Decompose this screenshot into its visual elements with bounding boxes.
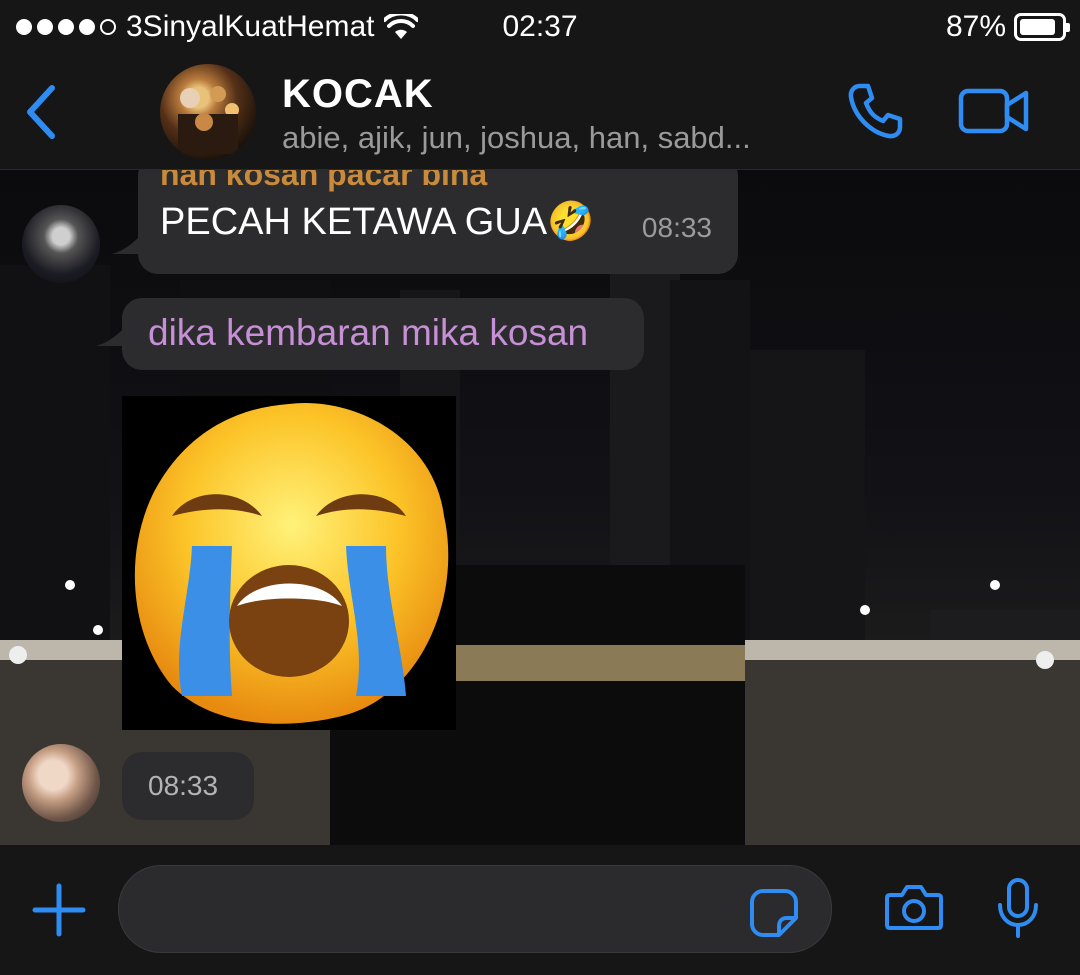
- video-camera-icon: [958, 88, 1029, 134]
- attach-button[interactable]: [32, 883, 86, 942]
- plus-icon: [32, 883, 86, 937]
- chevron-left-icon: [27, 85, 55, 139]
- status-bar: 3SinyalKuatHemat 02:37 87%: [0, 0, 1080, 56]
- crying-face-icon: [134, 402, 449, 724]
- message-text: dika kembaran mika kosan: [148, 312, 589, 353]
- message-input[interactable]: [149, 866, 753, 954]
- sender-avatar[interactable]: [22, 744, 100, 822]
- crying-face-sticker[interactable]: [122, 396, 456, 730]
- group-avatar[interactable]: [160, 64, 256, 160]
- group-photo: [178, 86, 239, 154]
- message-text: PECAH KETAWA GUA🤣: [160, 201, 595, 243]
- microphone-icon: [998, 878, 1038, 938]
- message-input-field[interactable]: [118, 865, 832, 954]
- message-time: 08:33: [641, 212, 712, 243]
- camera-icon: [885, 885, 943, 930]
- message-time: 08:33: [148, 770, 219, 801]
- input-bar: [0, 845, 1080, 975]
- sender-name: han kosan pacar bina: [160, 170, 488, 192]
- video-call-button[interactable]: [958, 86, 1030, 141]
- battery-status: 87%: [945, 10, 1070, 44]
- message-bubble[interactable]: han kosan pacar bina PECAH KETAWA GUA🤣 0…: [138, 170, 738, 274]
- sender-avatar[interactable]: [22, 205, 100, 283]
- chat-area[interactable]: han kosan pacar bina PECAH KETAWA GUA🤣 0…: [0, 170, 1080, 845]
- message-bubble[interactable]: 08:33: [122, 752, 254, 820]
- group-name[interactable]: KOCAK: [282, 72, 434, 117]
- phone-icon: [848, 83, 903, 139]
- voice-call-button[interactable]: [846, 82, 904, 145]
- battery-icon: [1014, 13, 1070, 41]
- microphone-button[interactable]: [996, 877, 1040, 944]
- group-members[interactable]: abie, ajik, jun, joshua, han, sabd...: [282, 120, 751, 156]
- clock: 02:37: [502, 10, 578, 43]
- message-bubble[interactable]: dika kembaran mika kosan: [122, 298, 644, 370]
- back-button[interactable]: [22, 84, 58, 145]
- camera-button[interactable]: [884, 883, 944, 936]
- sticker-button[interactable]: [749, 888, 799, 943]
- battery-percent: 87%: [945, 10, 1006, 43]
- chat-header: KOCAK abie, ajik, jun, joshua, han, sabd…: [0, 56, 1080, 170]
- sticker-icon: [750, 889, 798, 937]
